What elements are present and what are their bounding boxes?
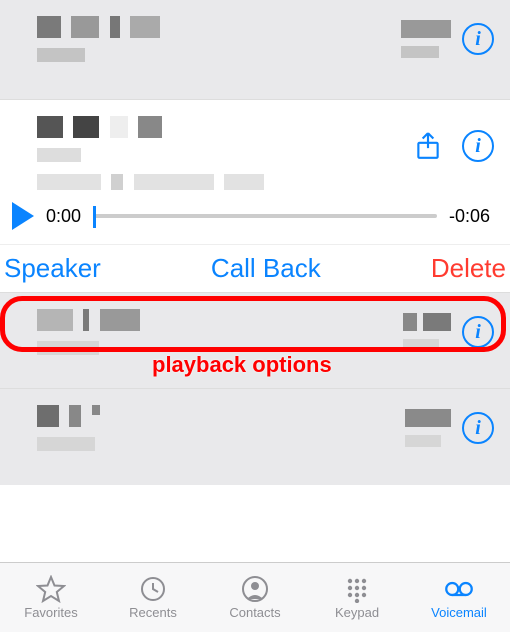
contact-redacted [34, 114, 412, 192]
share-icon[interactable] [412, 130, 444, 162]
tab-keypad[interactable]: Keypad [306, 563, 408, 632]
playback-controls: Speaker Call Back Delete [0, 244, 510, 288]
contact-redacted [34, 403, 402, 453]
meta-redacted [398, 18, 454, 60]
annotation-label: playback options [152, 352, 332, 378]
tab-bar: Favorites Recents Contacts Keypad Voicem… [0, 562, 510, 632]
scrubber-head[interactable] [93, 206, 96, 228]
meta-redacted [402, 407, 454, 449]
voicemail-icon [444, 575, 474, 603]
contact-icon [240, 575, 270, 603]
tab-label: Contacts [229, 605, 280, 620]
info-icon[interactable]: i [462, 23, 494, 55]
keypad-icon [342, 575, 372, 603]
contact-redacted [34, 14, 398, 64]
tab-contacts[interactable]: Contacts [204, 563, 306, 632]
info-icon[interactable]: i [462, 316, 494, 348]
tab-label: Recents [129, 605, 177, 620]
voicemail-screen: i [0, 0, 510, 632]
play-button[interactable] [12, 202, 34, 230]
voicemail-row[interactable]: i [0, 389, 510, 485]
speaker-button[interactable]: Speaker [4, 253, 101, 284]
tab-label: Keypad [335, 605, 379, 620]
meta-redacted [400, 311, 454, 353]
star-icon [36, 575, 66, 603]
clock-icon [138, 575, 168, 603]
time-remaining: -0:06 [449, 206, 490, 227]
time-elapsed: 0:00 [46, 206, 81, 227]
tab-favorites[interactable]: Favorites [0, 563, 102, 632]
tab-label: Voicemail [431, 605, 487, 620]
info-icon[interactable]: i [462, 130, 494, 162]
audio-player: 0:00 -0:06 [0, 196, 510, 244]
voicemail-list: i [0, 0, 510, 562]
info-icon[interactable]: i [462, 412, 494, 444]
delete-button[interactable]: Delete [431, 253, 506, 284]
scrubber-track[interactable] [93, 214, 437, 218]
voicemail-row-expanded: i 0:00 -0:06 Speaker Call Back Delete [0, 100, 510, 293]
voicemail-row[interactable]: i [0, 0, 510, 100]
contact-redacted [34, 307, 400, 357]
tab-recents[interactable]: Recents [102, 563, 204, 632]
tab-label: Favorites [24, 605, 77, 620]
tab-voicemail[interactable]: Voicemail [408, 563, 510, 632]
callback-button[interactable]: Call Back [211, 253, 321, 284]
